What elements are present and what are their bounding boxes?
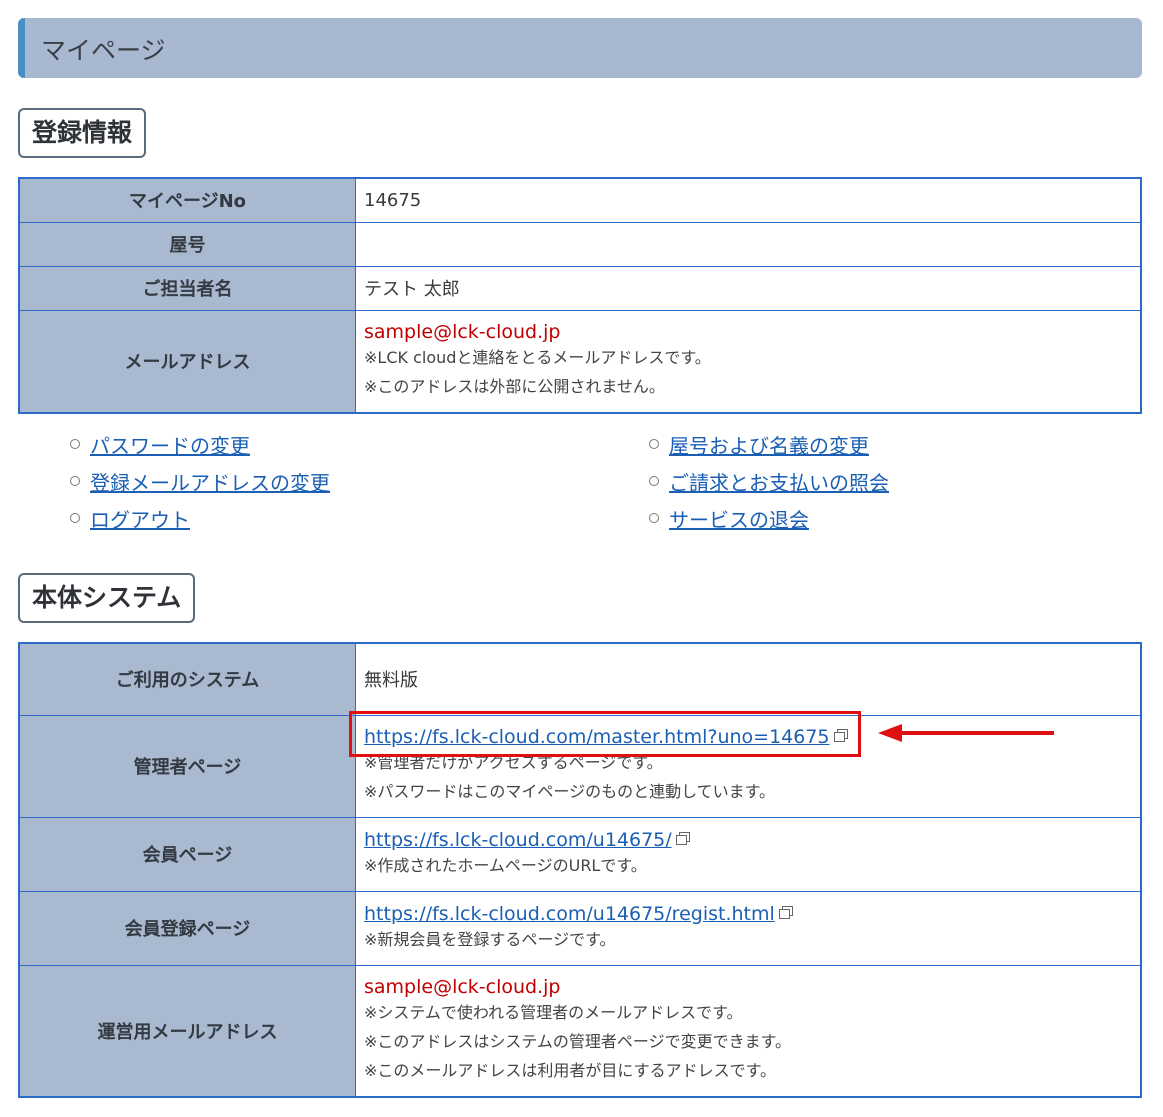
external-link-icon[interactable]	[675, 831, 690, 845]
row-label: メールアドレス	[18, 309, 356, 414]
note-text: ※このメールアドレスは利用者が目にするアドレスです。	[364, 1061, 776, 1081]
plan-value: 無料版	[355, 642, 1142, 716]
my-page: マイページ 登録情報 マイページNo 14675 屋号 ご担当者名 テスト 太郎…	[0, 0, 1163, 1117]
note-text: ※このアドレスは外部に公開されません。	[364, 377, 665, 397]
row-label: マイページNo	[18, 177, 356, 223]
cancel-service-link[interactable]: サービスの退会	[669, 508, 809, 532]
note-text: ※システムで使われる管理者のメールアドレスです。	[364, 1003, 743, 1023]
registration-page-cell: https://fs.lck-cloud.com/u14675/regist.h…	[355, 890, 1142, 966]
table-row: 屋号	[18, 221, 1142, 267]
trade-name-value	[355, 221, 1142, 267]
row-label: 屋号	[18, 221, 356, 267]
table-row: 会員登録ページ https://fs.lck-cloud.com/u14675/…	[18, 890, 1142, 966]
row-label: ご担当者名	[18, 265, 356, 311]
note-text: ※パスワードはこのマイページのものと連動しています。	[364, 782, 776, 801]
section-title-registration: 登録情報	[18, 108, 147, 158]
table-row: 会員ページ https://fs.lck-cloud.com/u14675/ ※…	[18, 816, 1142, 892]
external-link-icon[interactable]	[778, 905, 793, 919]
registered-email: sample@lck-cloud.jp	[364, 321, 561, 344]
circle-bullet-icon	[70, 439, 80, 449]
row-label: 会員ページ	[18, 816, 356, 892]
circle-bullet-icon	[649, 439, 659, 449]
circle-bullet-icon	[70, 513, 80, 523]
table-row: ご担当者名 テスト 太郎	[18, 265, 1142, 311]
member-page-link[interactable]: https://fs.lck-cloud.com/u14675/	[364, 829, 672, 851]
change-trade-name-link[interactable]: 屋号および名義の変更	[669, 434, 869, 458]
link-item: サービスの退会	[649, 504, 809, 533]
note-text: ※このアドレスはシステムの管理者ページで変更できます。	[364, 1032, 792, 1052]
page-header: マイページ	[18, 18, 1142, 78]
circle-bullet-icon	[70, 476, 80, 486]
table-row: メールアドレス sample@lck-cloud.jp ※LCK cloudと連…	[18, 309, 1142, 414]
left-arrow-icon	[878, 724, 1054, 742]
table-row: 運営用メールアドレス sample@lck-cloud.jp ※システムで使われ…	[18, 964, 1142, 1098]
mypage-number: 14675	[355, 177, 1142, 223]
note-text: ※新規会員を登録するページです。	[364, 929, 616, 949]
member-page-cell: https://fs.lck-cloud.com/u14675/ ※作成されたホ…	[355, 816, 1142, 892]
registration-table: マイページNo 14675 屋号 ご担当者名 テスト 太郎 メールアドレス sa…	[18, 177, 1142, 414]
link-item: パスワードの変更	[70, 430, 250, 459]
link-item: ログアウト	[70, 504, 190, 533]
row-label: 運営用メールアドレス	[18, 964, 356, 1098]
note-text: ※LCK cloudと連絡をとるメールアドレスです。	[364, 348, 711, 368]
row-label: 会員登録ページ	[18, 890, 356, 966]
highlight-box	[349, 711, 861, 757]
table-row: マイページNo 14675	[18, 177, 1142, 223]
link-item: 登録メールアドレスの変更	[70, 467, 330, 496]
contact-name-value: テスト 太郎	[355, 265, 1142, 311]
section-title-system: 本体システム	[18, 573, 196, 623]
table-row: ご利用のシステム 無料版	[18, 642, 1142, 716]
note-text: ※作成されたホームページのURLです。	[364, 855, 647, 875]
circle-bullet-icon	[649, 513, 659, 523]
page-title: マイページ	[41, 36, 166, 65]
row-label: 管理者ページ	[18, 714, 356, 818]
registration-page-link[interactable]: https://fs.lck-cloud.com/u14675/regist.h…	[364, 903, 775, 925]
circle-bullet-icon	[649, 476, 659, 486]
change-email-link[interactable]: 登録メールアドレスの変更	[90, 471, 330, 495]
operation-email: sample@lck-cloud.jp	[364, 976, 561, 999]
link-item: 屋号および名義の変更	[649, 430, 869, 459]
operation-email-cell: sample@lck-cloud.jp ※システムで使われる管理者のメールアドレ…	[355, 964, 1142, 1098]
link-item: ご請求とお支払いの照会	[649, 467, 889, 496]
billing-link[interactable]: ご請求とお支払いの照会	[669, 471, 889, 495]
account-links: パスワードの変更 登録メールアドレスの変更 ログアウト 屋号および名義の変更 ご…	[70, 430, 1120, 542]
row-label: ご利用のシステム	[18, 642, 356, 716]
logout-link[interactable]: ログアウト	[90, 508, 190, 532]
email-cell: sample@lck-cloud.jp ※LCK cloudと連絡をとるメールア…	[355, 309, 1142, 414]
change-password-link[interactable]: パスワードの変更	[90, 434, 250, 458]
